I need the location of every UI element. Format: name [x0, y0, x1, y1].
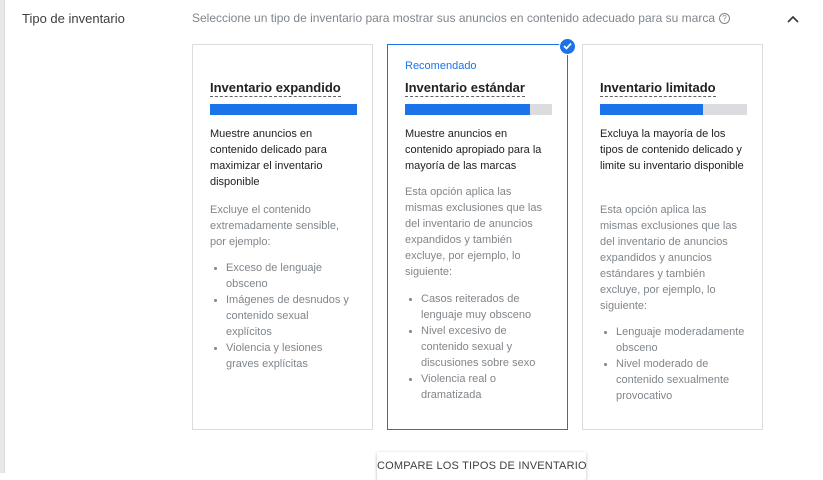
chevron-up-icon[interactable] [785, 12, 801, 26]
help-icon[interactable]: ? [719, 13, 730, 24]
card-note: Excluye el contenido extremadamente sens… [210, 204, 340, 248]
compare-inventory-types-button[interactable]: COMPARE LOS TIPOS DE INVENTARIO [377, 452, 587, 480]
card-exclusion-list: Lenguaje moderadamente obsceno Nivel mod… [600, 324, 747, 404]
recommended-badge: Recomendado [405, 60, 477, 72]
card-main-text: Muestre anuncios en contenido delicado p… [210, 128, 327, 188]
card-title: Inventario expandido [210, 80, 341, 97]
left-edge-divider [0, 0, 5, 473]
level-bar-fill [600, 104, 703, 115]
card-title: Inventario estándar [405, 80, 525, 97]
card-main-text: Excluya la mayoría de los tipos de conte… [600, 128, 744, 172]
section-label: Tipo de inventario [22, 11, 125, 26]
list-item: Lenguaje moderadamente obsceno [600, 324, 747, 356]
section-description: Seleccione un tipo de inventario para mo… [192, 11, 730, 25]
level-bar-fill [405, 104, 530, 115]
card-inventario-estandar[interactable]: Recomendado Inventario estándar Muestre … [387, 44, 568, 430]
check-circle-icon [559, 38, 576, 55]
level-bar [210, 104, 357, 115]
card-title: Inventario limitado [600, 80, 716, 97]
card-note: Esta opción aplica las mismas exclusione… [405, 186, 542, 278]
list-item: Casos reiterados de lenguaje muy obsceno [405, 291, 552, 323]
card-note: Esta opción aplica las mismas exclusione… [600, 204, 737, 312]
card-inventario-expandido[interactable]: Inventario expandido Muestre anuncios en… [192, 44, 373, 430]
section-description-text: Seleccione un tipo de inventario para mo… [192, 11, 715, 25]
card-exclusion-list: Exceso de lenguaje obsceno Imágenes de d… [210, 260, 357, 372]
card-main-text: Muestre anuncios en contenido apropiado … [405, 128, 542, 172]
list-item: Violencia real o dramatizada [405, 371, 552, 403]
level-bar [405, 104, 552, 115]
list-item: Nivel excesivo de contenido sexual y dis… [405, 323, 552, 371]
list-item: Imágenes de desnudos y contenido sexual … [210, 292, 357, 340]
list-item: Violencia y lesiones graves explícitas [210, 340, 357, 372]
list-item: Nivel moderado de contenido sexualmente … [600, 356, 747, 404]
card-inventario-limitado[interactable]: Inventario limitado Excluya la mayoría d… [582, 44, 763, 430]
list-item: Exceso de lenguaje obsceno [210, 260, 357, 292]
level-bar-fill [210, 104, 357, 115]
card-exclusion-list: Casos reiterados de lenguaje muy obsceno… [405, 291, 552, 403]
level-bar [600, 104, 747, 115]
